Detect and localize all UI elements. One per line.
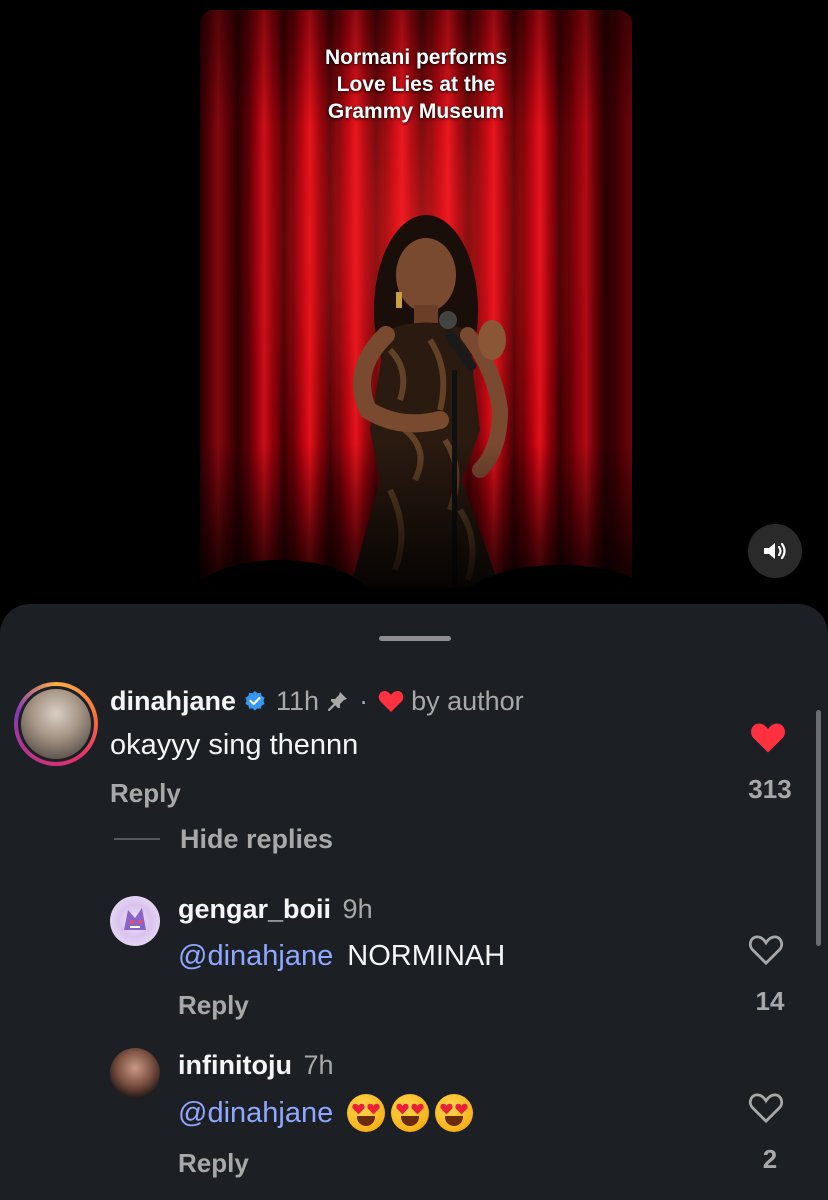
reply-item: infinitoju 7h @dinahjane Reply 2 <box>0 1040 828 1190</box>
avatar[interactable] <box>110 1048 160 1098</box>
video-player[interactable]: Normani performs Love Lies at the Grammy… <box>200 10 632 588</box>
heart-outline-icon <box>748 935 784 966</box>
heart-filled-icon <box>751 723 785 753</box>
avatar[interactable] <box>14 682 98 766</box>
comment-item: dinahjane 11h · by author okayyy sing th… <box>0 604 828 864</box>
replies-divider <box>114 838 160 840</box>
reply-button[interactable]: Reply <box>110 778 181 809</box>
like-count: 2 <box>762 1144 778 1174</box>
reply-username[interactable]: gengar_boii <box>178 894 331 924</box>
like-button[interactable] <box>748 1092 788 1128</box>
comment-text: okayyy sing thennn <box>110 729 359 761</box>
reply-button[interactable]: Reply <box>178 1148 249 1179</box>
reply-button[interactable]: Reply <box>178 990 249 1021</box>
mention-link[interactable]: @dinahjane <box>178 940 333 972</box>
like-button[interactable] <box>748 934 788 970</box>
emoji-group <box>347 1094 479 1132</box>
video-caption: Normani performs Love Lies at the Grammy… <box>200 44 632 125</box>
video-caption-line: Love Lies at the <box>336 73 496 96</box>
meta-separator: · <box>359 685 369 716</box>
reply-timestamp: 9h <box>342 894 373 924</box>
hide-replies-button[interactable]: Hide replies <box>114 822 333 856</box>
heart-eyes-emoji <box>435 1094 474 1132</box>
like-button[interactable] <box>746 722 790 762</box>
heart-outline-icon <box>748 1093 784 1124</box>
hide-replies-label: Hide replies <box>180 823 334 854</box>
mention-link[interactable]: @dinahjane <box>178 1097 333 1130</box>
like-count: 14 <box>755 986 785 1016</box>
sound-toggle-button[interactable] <box>748 524 802 578</box>
comments-sheet: dinahjane 11h · by author okayyy sing th… <box>0 604 828 1200</box>
like-count: 313 <box>748 774 792 804</box>
comment-timestamp: 11h <box>276 685 320 716</box>
reply-text: NORMINAH <box>347 940 506 972</box>
reply-item: gengar_boii 9h @dinahjane NORMINAH Reply… <box>0 884 828 1034</box>
verified-badge-icon <box>245 691 265 711</box>
video-caption-line: Normani performs <box>324 46 508 69</box>
heart-filled-icon <box>378 690 404 712</box>
avatar[interactable] <box>110 896 160 946</box>
heart-eyes-emoji <box>347 1094 386 1132</box>
heart-eyes-emoji <box>391 1094 430 1132</box>
reply-username[interactable]: infinitoju <box>178 1050 292 1080</box>
avatar-illustration <box>124 908 146 930</box>
reply-timestamp: 7h <box>303 1050 334 1080</box>
video-area: Normani performs Love Lies at the Grammy… <box>0 0 828 610</box>
video-caption-line: Grammy Museum <box>327 100 505 123</box>
pin-icon <box>327 692 348 712</box>
speaker-icon <box>764 542 786 560</box>
liked-by-author-label: by author <box>411 685 524 716</box>
comment-username[interactable]: dinahjane <box>110 686 236 717</box>
